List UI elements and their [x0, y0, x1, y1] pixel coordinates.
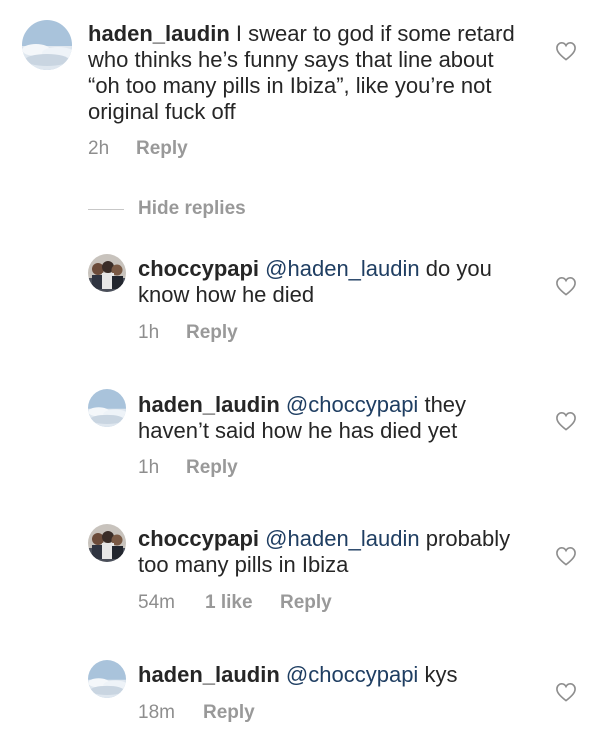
- reply-button[interactable]: Reply: [186, 457, 238, 479]
- likes-count-button[interactable]: 1 like: [205, 592, 280, 614]
- avatar[interactable]: [88, 660, 126, 698]
- comment-body: choccypapi @haden_laudin probably too ma…: [138, 526, 533, 578]
- comment-body: haden_laudin @choccypapi kys: [138, 662, 533, 688]
- comment-time: 1h: [138, 322, 160, 343]
- sky-cloud-avatar-icon: [88, 660, 126, 698]
- comment-username[interactable]: choccypapi: [138, 526, 259, 551]
- hide-replies-label: Hide replies: [138, 198, 246, 219]
- comment-time: 18m: [138, 702, 175, 723]
- comment-body: haden_laudin I swear to god if some reta…: [88, 21, 528, 125]
- comment-meta: 2h Reply: [88, 138, 188, 160]
- sky-cloud-avatar-icon: [22, 20, 72, 70]
- comment-body: choccypapi @haden_laudin do you know how…: [138, 256, 533, 308]
- comment-text: kys: [424, 662, 458, 687]
- heart-icon: [556, 546, 576, 566]
- comment-meta: 54m 1 like Reply: [138, 592, 332, 614]
- comment-meta: 1h Reply: [138, 457, 238, 479]
- reply-button[interactable]: Reply: [136, 138, 188, 160]
- comment-time: 2h: [88, 138, 110, 159]
- comment-time: 1h: [138, 457, 160, 478]
- comment-time: 54m: [138, 592, 175, 613]
- comment-meta: 18m Reply: [138, 702, 255, 724]
- hide-replies-toggle[interactable]: Hide replies: [88, 198, 246, 220]
- like-button[interactable]: [555, 546, 577, 566]
- mention-link[interactable]: @choccypapi: [286, 662, 418, 687]
- group-photo-avatar-icon: [88, 254, 126, 292]
- divider-line: [88, 208, 124, 210]
- comment-username[interactable]: haden_laudin: [138, 662, 280, 687]
- comment-body: haden_laudin @choccypapi they haven’t sa…: [138, 392, 533, 444]
- mention-link[interactable]: @haden_laudin: [265, 256, 419, 281]
- mention-link[interactable]: @choccypapi: [286, 392, 418, 417]
- heart-icon: [556, 276, 576, 296]
- heart-icon: [556, 682, 576, 702]
- reply-button[interactable]: Reply: [203, 702, 255, 724]
- comment-username[interactable]: choccypapi: [138, 256, 259, 281]
- avatar[interactable]: [22, 20, 72, 70]
- like-button[interactable]: [555, 41, 577, 61]
- like-button[interactable]: [555, 411, 577, 431]
- avatar[interactable]: [88, 524, 126, 562]
- comment-thread: haden_laudin I swear to god if some reta…: [0, 0, 610, 756]
- heart-icon: [556, 41, 576, 61]
- comment-meta: 1h Reply: [138, 322, 238, 344]
- sky-cloud-avatar-icon: [88, 389, 126, 427]
- reply-button[interactable]: Reply: [280, 592, 332, 614]
- comment-username[interactable]: haden_laudin: [88, 21, 230, 46]
- like-button[interactable]: [555, 276, 577, 296]
- heart-icon: [556, 411, 576, 431]
- avatar[interactable]: [88, 389, 126, 427]
- mention-link[interactable]: @haden_laudin: [265, 526, 419, 551]
- group-photo-avatar-icon: [88, 524, 126, 562]
- reply-button[interactable]: Reply: [186, 322, 238, 344]
- comment-username[interactable]: haden_laudin: [138, 392, 280, 417]
- avatar[interactable]: [88, 254, 126, 292]
- like-button[interactable]: [555, 682, 577, 702]
